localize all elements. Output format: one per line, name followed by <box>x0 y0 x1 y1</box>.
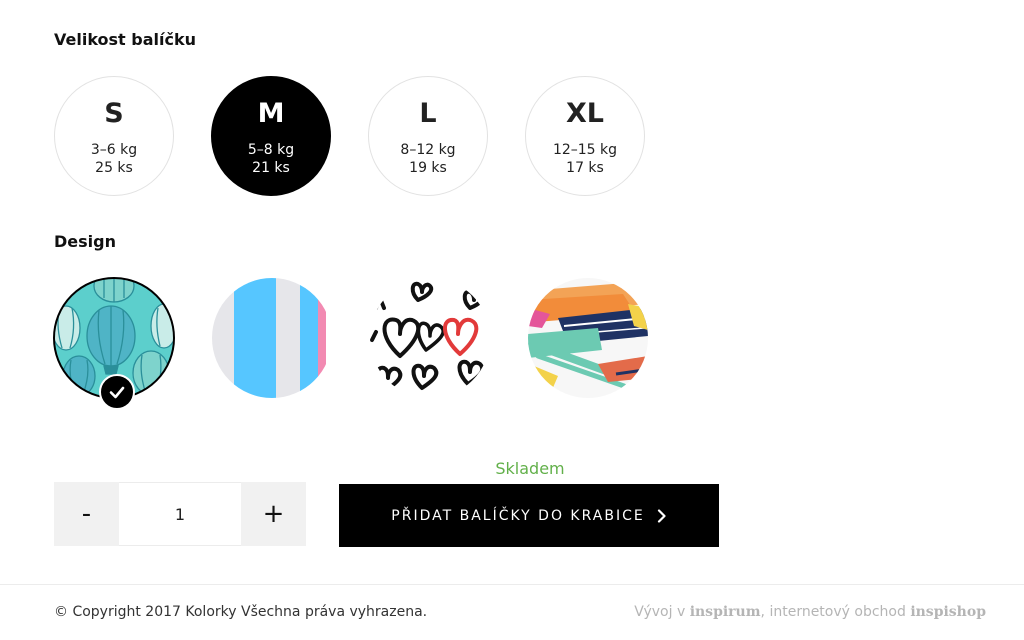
decrease-quantity-button[interactable]: - <box>54 482 119 546</box>
size-count: 21 ks <box>252 160 290 176</box>
size-count: 19 ks <box>409 160 447 176</box>
quantity-stepper: - + <box>54 482 316 546</box>
size-heading: Velikost balíčku <box>54 30 197 49</box>
credit-mid: , internetový obchod <box>760 604 911 620</box>
increase-quantity-button[interactable]: + <box>241 482 306 546</box>
design-heading: Design <box>54 232 116 251</box>
size-option-s[interactable]: S 3–6 kg 25 ks <box>54 76 174 196</box>
stock-status: Skladem <box>495 459 565 478</box>
quantity-input[interactable] <box>119 482 241 546</box>
add-to-box-label: PŘIDAT BALÍČKY DO KRABICE <box>391 507 645 524</box>
size-letter: L <box>419 98 437 129</box>
paint-strokes-pattern-icon <box>528 278 648 398</box>
vertical-stripes-pattern-icon <box>212 278 332 398</box>
design-option-brush[interactable] <box>528 278 648 398</box>
size-option-l[interactable]: L 8–12 kg 19 ks <box>368 76 488 196</box>
inspirum-link[interactable]: inspirum <box>690 604 761 620</box>
size-weight: 5–8 kg <box>247 142 295 158</box>
size-weight: 12–15 kg <box>552 142 618 158</box>
size-letter: S <box>104 98 124 129</box>
hearts-pattern-icon <box>370 278 490 398</box>
checkmark-icon <box>99 374 135 410</box>
design-option-balloons[interactable] <box>53 277 175 410</box>
footer-divider <box>0 584 1024 585</box>
size-option-xl[interactable]: XL 12–15 kg 17 ks <box>525 76 645 196</box>
size-weight: 8–12 kg <box>400 142 456 158</box>
size-letter: M <box>257 98 285 129</box>
developer-credits: Vývoj v inspirum, internetový obchod ins… <box>634 604 986 620</box>
design-options <box>53 277 654 418</box>
size-option-m[interactable]: M 5–8 kg 21 ks <box>211 76 331 196</box>
size-options: S 3–6 kg 25 ks M 5–8 kg 21 ks L 8–12 kg … <box>54 76 645 196</box>
copyright-text: © Copyright 2017 Kolorky Všechna práva v… <box>54 604 428 620</box>
design-option-stripes[interactable] <box>212 278 332 398</box>
size-count: 17 ks <box>566 160 604 176</box>
credit-prefix: Vývoj v <box>634 604 690 620</box>
size-count: 25 ks <box>95 160 133 176</box>
size-letter: XL <box>565 98 605 129</box>
inspishop-link[interactable]: inspishop <box>910 604 986 620</box>
chevron-right-icon <box>657 508 666 523</box>
add-to-box-button[interactable]: PŘIDAT BALÍČKY DO KRABICE <box>339 484 719 547</box>
design-option-hearts[interactable] <box>370 278 490 398</box>
size-weight: 3–6 kg <box>90 142 138 158</box>
